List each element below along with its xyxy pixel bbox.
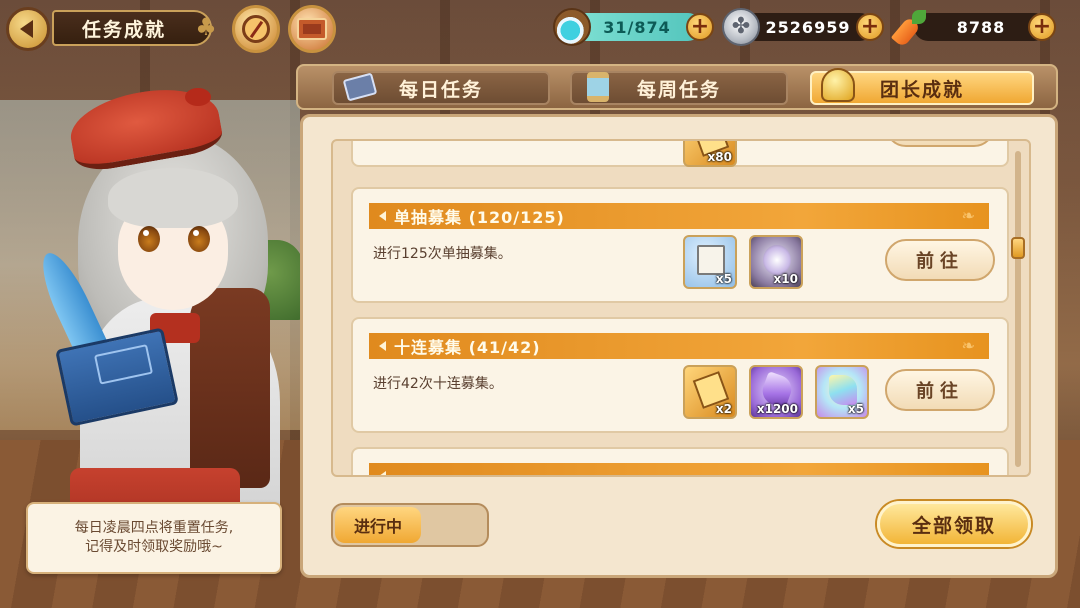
scrollbar-thumb[interactable] (1011, 237, 1025, 259)
status-filter[interactable]: 进行中 (331, 503, 489, 547)
reward-item[interactable]: x10 (749, 235, 803, 289)
go-button[interactable]: 前往 (885, 239, 995, 281)
tab-leader-achievements[interactable]: 团长成就 (810, 68, 1034, 105)
task-list[interactable]: x80 单抽募集 (120/125) ❧ 进行125次单抽募集。 x5 x10 (351, 141, 1009, 475)
character-bangs (108, 168, 238, 228)
tab-label: 每周任务 (636, 78, 721, 101)
reward-count: x5 (847, 402, 864, 416)
tip-line-2: 记得及时领取奖励哦~ (85, 539, 223, 555)
reward-count: x80 (707, 150, 732, 164)
orb-fragment-icon (763, 245, 791, 275)
book-icon (297, 18, 327, 40)
quill-book-icon (342, 69, 378, 105)
scrollbar-track[interactable] (1015, 151, 1021, 467)
silver-coin-icon (722, 8, 760, 46)
page-title: 任务成就 (82, 18, 167, 41)
reward-item[interactable]: x5 (815, 365, 869, 419)
stamina-value: 31/874 (603, 17, 671, 37)
stamina-potion-icon (553, 8, 591, 46)
compass-icon (242, 15, 270, 43)
task-description: 进行42次十连募集。 (373, 376, 503, 392)
add-stamina-button[interactable]: + (686, 13, 714, 41)
prism-crystal-icon (829, 375, 857, 405)
trophy-icon (816, 63, 860, 107)
go-button[interactable]: 前往 (885, 369, 995, 411)
notebook-icon (697, 245, 725, 275)
task-title: 十连募集 (41/42) (394, 338, 541, 357)
character-hat-pom (185, 88, 211, 106)
tab-weekly-tasks[interactable]: 每周任务 (570, 71, 788, 105)
reward-count: x5 (715, 272, 732, 286)
reward-item[interactable]: x80 (683, 141, 737, 167)
task-title: 单抽募集 (120/125) (394, 208, 565, 227)
tip-line-1: 每日凌晨四点将重置任务, (74, 520, 234, 536)
go-button-label: 前往 (916, 381, 964, 402)
status-label: 进行中 (353, 517, 402, 536)
task-card: 单抽募集 (120/125) ❧ 进行125次单抽募集。 x5 x10 前往 (351, 187, 1009, 303)
compass-button[interactable] (232, 5, 280, 53)
task-header: 单抽募集 (120/125) ❧ (369, 203, 989, 229)
task-header (369, 463, 989, 475)
back-button[interactable] (6, 7, 50, 51)
carrot-value: 8788 (956, 17, 1006, 37)
tab-label: 每日任务 (398, 78, 483, 101)
reward-item[interactable]: x2 (683, 365, 737, 419)
task-header: 十连募集 (41/42) ❧ (369, 333, 989, 359)
go-button-label: 前往 (916, 251, 964, 272)
task-description: 进行125次单抽募集。 (373, 246, 512, 262)
task-card: 十连募集 (41/42) ❧ 进行42次十连募集。 x2 x1200 x5 前往 (351, 317, 1009, 433)
claim-all-button[interactable]: 全部领取 (877, 501, 1031, 547)
character-vest (190, 288, 270, 488)
flourish-icon: ❧ (961, 206, 975, 225)
reward-item[interactable]: x1200 (749, 365, 803, 419)
flourish-icon: ❧ (961, 336, 975, 355)
hourglass-icon (580, 69, 616, 105)
achievement-panel: x80 单抽募集 (120/125) ❧ 进行125次单抽募集。 x5 x10 (300, 114, 1058, 578)
tab-bar: 每日任务 每周任务 团长成就 (296, 64, 1058, 110)
book-button[interactable] (288, 5, 336, 53)
task-list-frame: x80 单抽募集 (120/125) ❧ 进行125次单抽募集。 x5 x10 (331, 139, 1031, 477)
page-title-plate: 任务成就 (52, 10, 212, 46)
character-eye-right (188, 226, 210, 252)
coin-counter: 2526959 (742, 13, 874, 41)
character-eye-left (138, 226, 160, 252)
tab-label: 团长成就 (879, 78, 964, 101)
add-carrots-button[interactable]: + (1028, 13, 1056, 41)
claim-all-label: 全部领取 (911, 514, 996, 537)
carrot-icon (890, 10, 928, 48)
coin-value: 2526959 (765, 17, 851, 37)
reward-count: x1200 (756, 402, 798, 416)
task-card (351, 447, 1009, 475)
tab-daily-tasks[interactable]: 每日任务 (332, 71, 550, 105)
reward-count: x10 (773, 272, 798, 286)
status-indicator: 进行中 (335, 507, 421, 543)
reward-item[interactable]: x5 (683, 235, 737, 289)
add-coins-button[interactable]: + (856, 13, 884, 41)
clover-icon: ♣ (195, 13, 217, 41)
top-bar: 任务成就 ♣ 31/874 + 2526959 + 8788 + (0, 0, 1080, 58)
stamina-counter: 31/874 (572, 13, 702, 41)
reward-count: x2 (715, 402, 732, 416)
tip-bubble: 每日凌晨四点将重置任务, 记得及时领取奖励哦~ (26, 502, 282, 574)
task-card: x80 (351, 141, 1009, 167)
go-button[interactable] (885, 141, 995, 147)
back-arrow-icon (20, 20, 33, 38)
